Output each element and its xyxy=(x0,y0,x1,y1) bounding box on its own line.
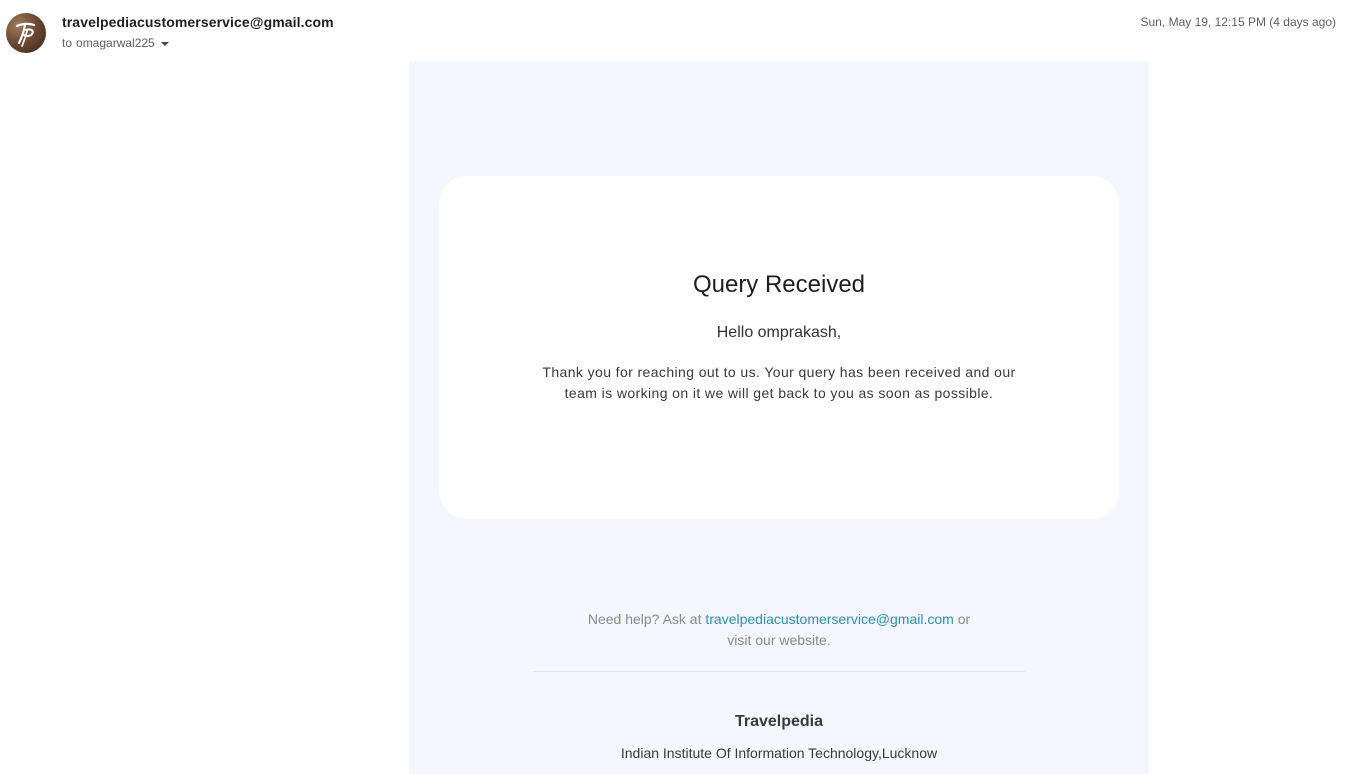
query-card: Query Received Hello omprakash, Thank yo… xyxy=(439,176,1119,519)
support-email-link[interactable]: travelpediacustomerservice@gmail.com xyxy=(705,611,953,627)
sender-email[interactable]: travelpediacustomerservice@gmail.com xyxy=(62,14,334,30)
help-or: or xyxy=(957,611,971,627)
company-name: Travelpedia xyxy=(734,713,824,730)
footer-divider xyxy=(533,671,1025,672)
company-address: Indian Institute Of Information Technolo… xyxy=(620,745,938,761)
email-view: travelpediacustomerservice@gmail.com to … xyxy=(0,0,1346,774)
recipient-name: omagarwal225 xyxy=(76,36,155,50)
recipient-row: to omagarwal225 xyxy=(62,35,169,51)
sender-avatar[interactable] xyxy=(6,13,46,53)
email-header: travelpediacustomerservice@gmail.com to … xyxy=(0,0,1346,60)
card-message: Thank you for reaching out to us. Your q… xyxy=(542,364,1016,401)
help-text: Need help? Ask at travelpediacustomerser… xyxy=(559,609,999,651)
website-text: visit our website. xyxy=(727,632,831,648)
chevron-down-icon[interactable] xyxy=(160,42,169,46)
recipient-prefix: to xyxy=(62,36,73,50)
help-prefix: Need help? Ask at xyxy=(587,611,702,627)
travelpedia-logo-icon xyxy=(15,22,36,47)
card-greeting: Hello omprakash, xyxy=(716,324,842,341)
email-timestamp: Sun, May 19, 12:15 PM (4 days ago) xyxy=(1140,15,1336,29)
email-content: Query Received Hello omprakash, Thank yo… xyxy=(409,61,1149,774)
card-title: Query Received xyxy=(692,271,866,298)
